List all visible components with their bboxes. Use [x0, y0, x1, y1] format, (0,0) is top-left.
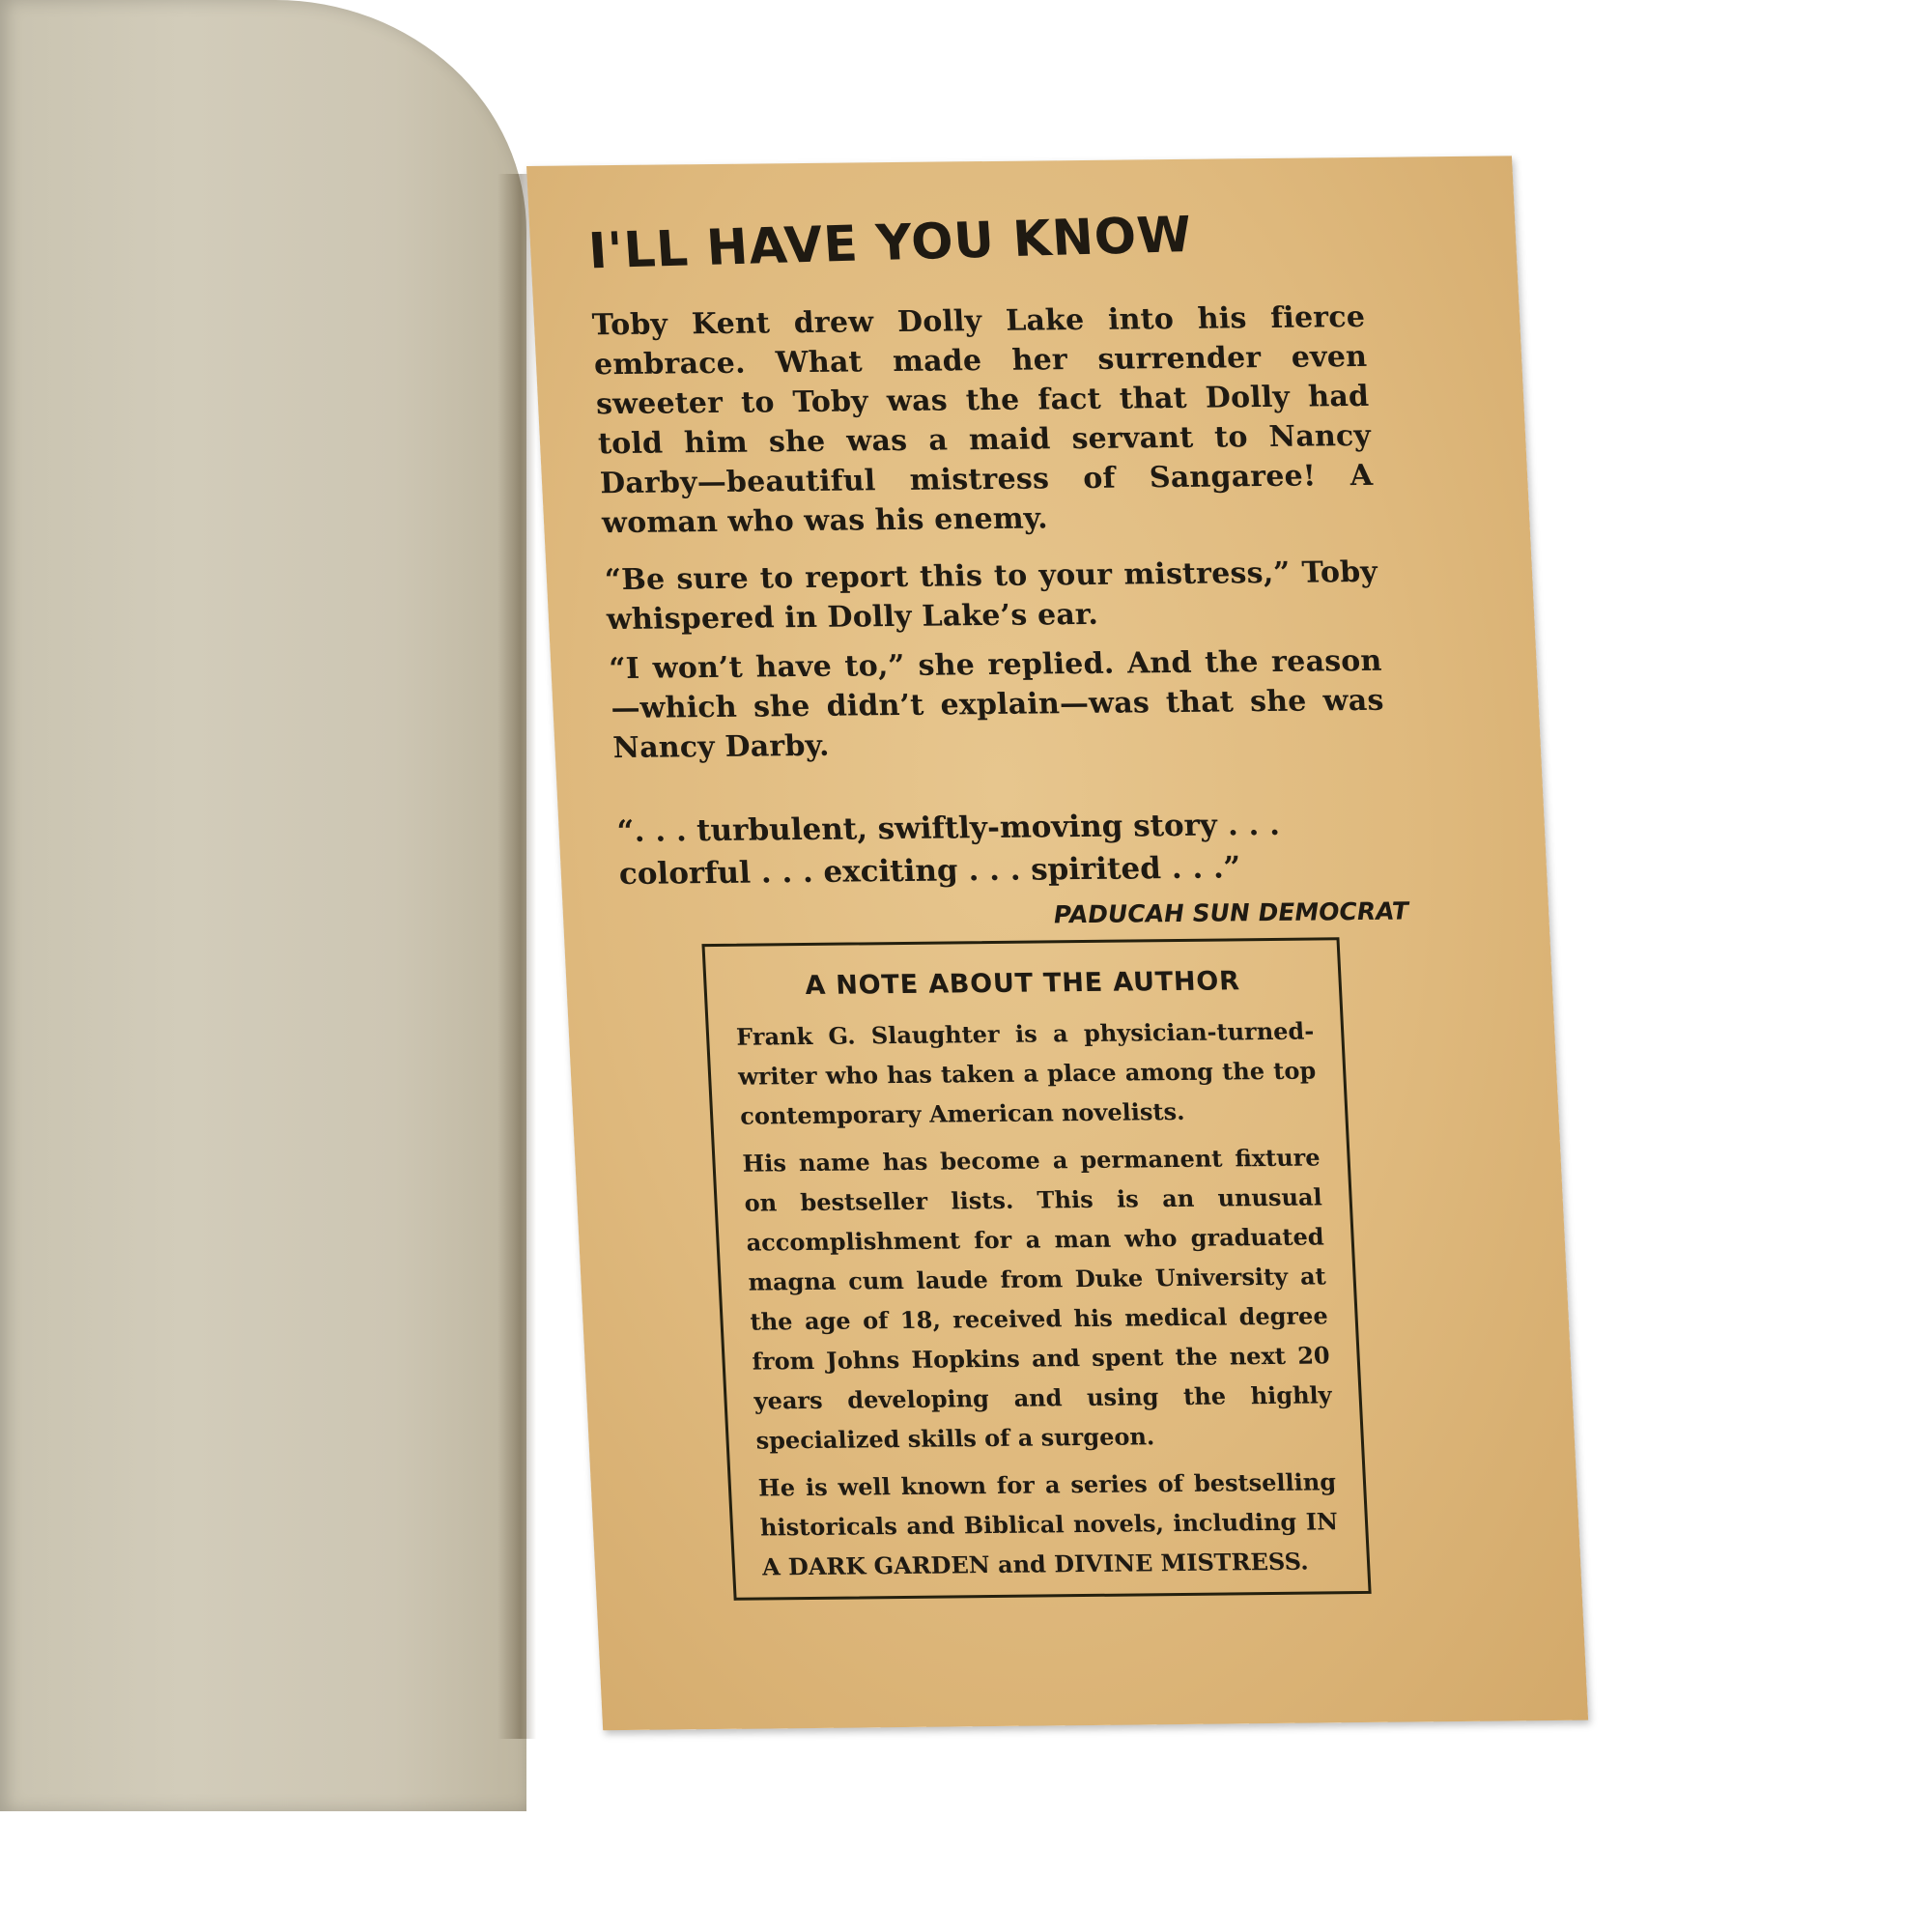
page-text: I'LL HAVE YOU KNOW Toby Kent drew Dolly … — [586, 207, 1408, 933]
blurb-paragraph: “I won’t have to,” she replied. And the … — [608, 643, 1385, 766]
blurb: Toby Kent drew Dolly Lake into his fierc… — [591, 298, 1386, 768]
photo-scene: I'LL HAVE YOU KNOW Toby Kent drew Dolly … — [0, 0, 1932, 1932]
review-quote: “. . . turbulent, swiftly-moving story .… — [615, 807, 1281, 893]
book-gutter — [497, 174, 536, 1739]
blurb-paragraph: Toby Kent drew Dolly Lake into his fierc… — [591, 299, 1374, 541]
author-note-paragraph: He is well known for a series of bestsel… — [757, 1467, 1339, 1581]
left-blank-page — [0, 0, 526, 1811]
author-note-paragraph: His name has become a permanent fixture … — [741, 1143, 1333, 1455]
author-note-title: A NOTE ABOUT THE AUTHOR — [804, 966, 1241, 1002]
author-note-paragraph: Frank G. Slaughter is a physician-turned… — [735, 1016, 1317, 1130]
author-note-box: A NOTE ABOUT THE AUTHOR Frank G. Slaught… — [701, 937, 1372, 1601]
headline: I'LL HAVE YOU KNOW — [586, 206, 1195, 281]
review-source: PADUCAH SUN DEMOCRAT — [1053, 896, 1409, 929]
right-printed-page: I'LL HAVE YOU KNOW Toby Kent drew Dolly … — [526, 156, 1589, 1731]
blurb-paragraph: “Be sure to report this to your mistress… — [604, 554, 1378, 638]
